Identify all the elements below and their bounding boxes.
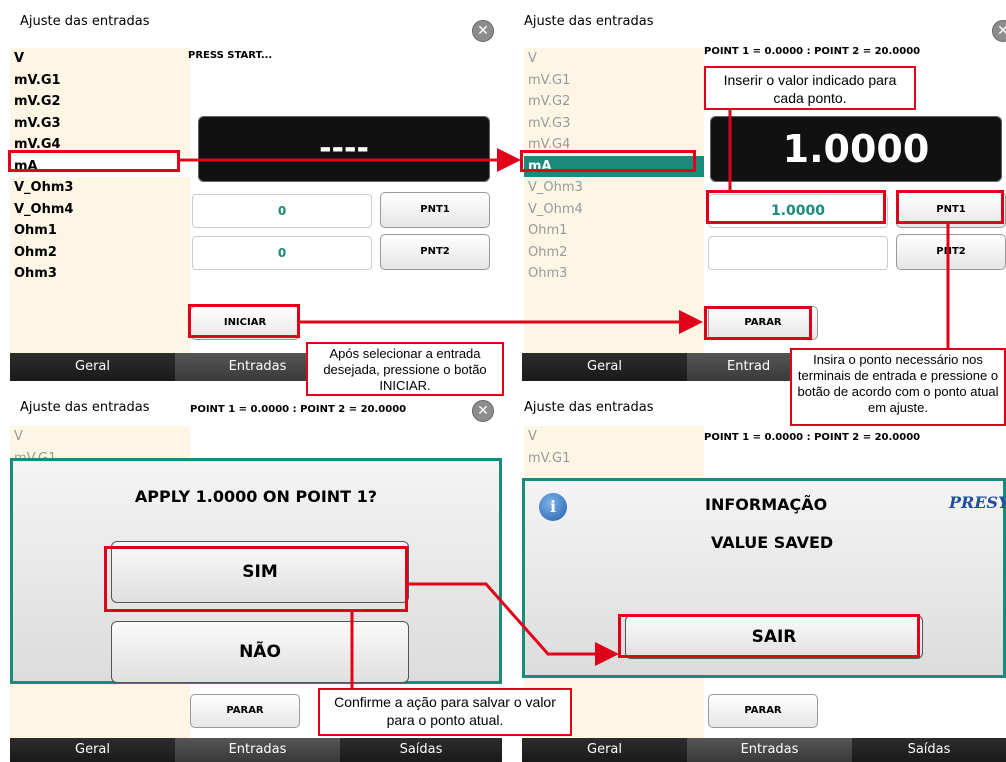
- input-list: V mV.G1 mV.G2 mV.G3 mV.G4 mA V_Ohm3 V_Oh…: [524, 48, 704, 360]
- tab-entradas[interactable]: Entradas: [175, 738, 340, 762]
- tab-geral[interactable]: Geral: [10, 353, 175, 381]
- callout-start: Após selecionar a entrada desejada, pres…: [306, 342, 504, 396]
- list-item[interactable]: V: [524, 426, 704, 448]
- list-item[interactable]: Ohm2: [10, 242, 190, 264]
- highlight-yes-button: [104, 546, 408, 612]
- brand-logo: PRESYS: [949, 493, 1006, 512]
- list-item[interactable]: mV.G2: [10, 91, 190, 113]
- list-item[interactable]: V_Ohm3: [524, 177, 704, 199]
- list-item[interactable]: V_Ohm3: [10, 177, 190, 199]
- dialog-message: VALUE SAVED: [711, 533, 834, 552]
- panel-title: Ajuste das entradas: [524, 14, 654, 29]
- value-display: ----: [198, 116, 490, 182]
- list-item[interactable]: Ohm1: [10, 220, 190, 242]
- tab-geral[interactable]: Geral: [522, 738, 687, 762]
- panel-title: Ajuste das entradas: [524, 400, 654, 415]
- callout-insert-point: Insira o ponto necessário nos terminais …: [790, 348, 1006, 426]
- pnt1-field[interactable]: 0: [192, 194, 372, 228]
- panel-title: Ajuste das entradas: [20, 400, 150, 415]
- highlight-start-button: [188, 304, 300, 338]
- pnt2-button[interactable]: PNT2: [896, 234, 1006, 270]
- callout-enter-value: Inserir o valor indicado para cada ponto…: [704, 66, 916, 110]
- highlight-stop-button: [704, 306, 812, 340]
- stop-button[interactable]: PARAR: [190, 694, 300, 728]
- list-item[interactable]: V: [524, 48, 704, 70]
- status-text: POINT 1 = 0.0000 : POINT 2 = 20.0000: [704, 46, 921, 57]
- pnt1-button[interactable]: PNT1: [380, 192, 490, 228]
- tab-saidas[interactable]: Saídas: [852, 738, 1006, 762]
- input-list: V mV.G1 mV.G2 mV.G3 mV.G4 mA V_Ohm3 V_Oh…: [10, 48, 190, 360]
- tab-bar: Geral Entradas Saídas: [522, 738, 1006, 762]
- list-item[interactable]: mV.G3: [524, 113, 704, 135]
- pnt2-field[interactable]: 0: [192, 236, 372, 270]
- status-text: PRESS START...: [188, 50, 273, 61]
- value-display: 1.0000: [710, 116, 1002, 182]
- list-item[interactable]: V: [10, 48, 190, 70]
- list-item[interactable]: Ohm3: [524, 263, 704, 285]
- panel-info: Ajuste das entradas V mV.G1 POINT 1 = 0.…: [522, 396, 1006, 762]
- highlight-ma-item: [8, 150, 180, 172]
- no-button[interactable]: NÃO: [111, 621, 409, 683]
- dialog-title: INFORMAÇÃO: [705, 495, 828, 514]
- tab-geral[interactable]: Geral: [522, 353, 687, 381]
- list-item[interactable]: mV.G1: [524, 70, 704, 92]
- status-text: POINT 1 = 0.0000 : POINT 2 = 20.0000: [704, 432, 921, 443]
- stop-button[interactable]: PARAR: [708, 694, 818, 728]
- close-icon[interactable]: ✕: [472, 400, 494, 422]
- close-icon[interactable]: ✕: [992, 20, 1006, 42]
- list-item[interactable]: Ohm3: [10, 263, 190, 285]
- callout-confirm: Confirme a ação para salvar o valor para…: [318, 688, 572, 736]
- list-item[interactable]: V_Ohm4: [10, 199, 190, 221]
- highlight-pnt1-button: [896, 190, 1004, 224]
- list-item[interactable]: mV.G3: [10, 113, 190, 135]
- highlight-exit-button: [618, 614, 920, 658]
- list-item[interactable]: V_Ohm4: [524, 199, 704, 221]
- tab-bar: Geral Entradas Saídas: [10, 738, 502, 762]
- dialog-question: APPLY 1.0000 ON POINT 1?: [134, 487, 378, 506]
- tab-geral[interactable]: Geral: [10, 738, 175, 762]
- status-text: POINT 1 = 0.0000 : POINT 2 = 20.0000: [190, 404, 407, 415]
- highlight-ma-selected: [520, 150, 696, 172]
- list-item[interactable]: Ohm2: [524, 242, 704, 264]
- info-icon: i: [539, 493, 567, 521]
- tab-saidas[interactable]: Saídas: [340, 738, 502, 762]
- list-item[interactable]: Ohm1: [524, 220, 704, 242]
- list-item[interactable]: mV.G2: [524, 91, 704, 113]
- tab-entradas[interactable]: Entradas: [687, 738, 852, 762]
- list-item[interactable]: mV.G1: [10, 70, 190, 92]
- list-item[interactable]: mV.G1: [524, 448, 704, 470]
- list-item[interactable]: V: [10, 426, 190, 448]
- pnt2-field[interactable]: [708, 236, 888, 270]
- pnt2-button[interactable]: PNT2: [380, 234, 490, 270]
- panel-title: Ajuste das entradas: [20, 14, 150, 29]
- highlight-pnt1-field: [706, 190, 886, 224]
- close-icon[interactable]: ✕: [472, 20, 494, 42]
